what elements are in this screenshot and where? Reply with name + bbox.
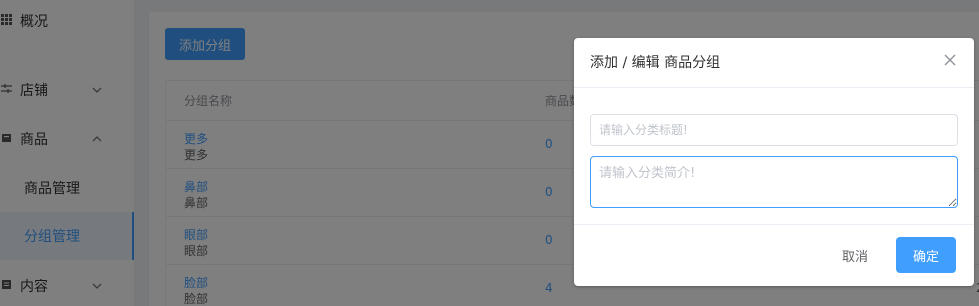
- dialog-header-divider: [574, 87, 974, 88]
- dialog-title: 添加 / 编辑 商品分组: [590, 55, 721, 71]
- group-desc-textarea[interactable]: [590, 156, 958, 208]
- close-icon[interactable]: [942, 52, 958, 68]
- dialog-footer-divider: [574, 224, 974, 225]
- cancel-button[interactable]: 取消: [830, 237, 880, 273]
- group-title-input[interactable]: [590, 114, 958, 146]
- edit-group-dialog: 添加 / 编辑 商品分组 取消 确定: [574, 38, 974, 286]
- confirm-button[interactable]: 确定: [896, 237, 956, 273]
